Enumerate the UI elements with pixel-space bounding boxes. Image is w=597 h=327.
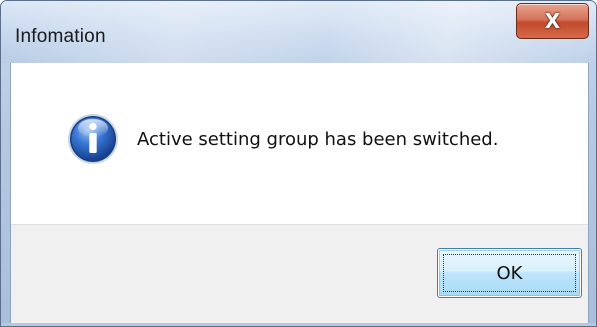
info-icon bbox=[68, 114, 118, 164]
ok-button-label: OK bbox=[496, 262, 523, 284]
title-bar[interactable]: Infomation X bbox=[1, 1, 596, 63]
window-bottom-frame bbox=[1, 323, 596, 326]
ok-button[interactable]: OK bbox=[437, 248, 582, 298]
dialog-window: Infomation X Active setting group has be… bbox=[0, 0, 597, 327]
close-icon: X bbox=[544, 9, 561, 33]
dialog-client-area: Active setting group has been switched. … bbox=[10, 63, 589, 326]
button-area: OK bbox=[11, 224, 588, 326]
window-title: Infomation bbox=[15, 26, 106, 47]
message-text: Active setting group has been switched. bbox=[137, 129, 499, 150]
message-area: Active setting group has been switched. bbox=[11, 63, 588, 224]
close-button[interactable]: X bbox=[516, 3, 589, 39]
